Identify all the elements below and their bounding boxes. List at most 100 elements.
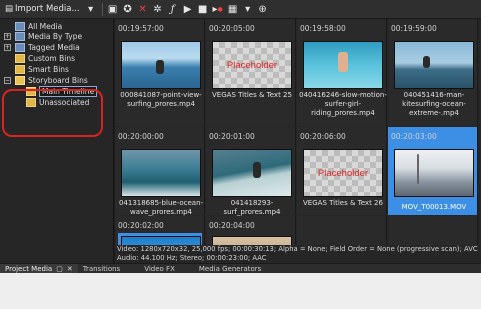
- placeholder-thumbnail: Placeholder: [303, 149, 383, 197]
- zoom-icon[interactable]: ⊕: [256, 2, 270, 17]
- media-item[interactable]: 00:20:06:00 Placeholder VEGAS Titles & T…: [297, 127, 387, 215]
- timecode: 00:19:59:00: [391, 24, 437, 33]
- collapse-icon[interactable]: −: [4, 77, 11, 84]
- toolbar: ▤ Import Media... ▾ ▣ ✪ ✕ ✲ ƒ ▶ ■ ▸ ● ▦ ▾…: [0, 0, 481, 19]
- tab-transitions[interactable]: Transitions: [78, 264, 126, 274]
- tree-item-label: Smart Bins: [28, 65, 69, 74]
- play-icon[interactable]: ▶: [181, 2, 195, 17]
- thumbnail: [394, 41, 474, 89]
- kitesurfer-figure: [423, 56, 430, 68]
- tab-label: Transitions: [82, 264, 121, 273]
- properties-icon[interactable]: ✲: [151, 2, 165, 17]
- tree-item-label: Custom Bins: [28, 54, 76, 63]
- folder-icon: [15, 54, 25, 63]
- remove-icon[interactable]: ✪: [121, 2, 135, 17]
- views-dropdown-icon[interactable]: ▾: [241, 2, 255, 17]
- tree-item-custom-bins[interactable]: Custom Bins: [15, 53, 75, 64]
- tab-label: Media Generators: [198, 264, 262, 273]
- placeholder-text: Placeholder: [317, 167, 369, 179]
- media-item[interactable]: 00:20:02:00: [115, 216, 205, 245]
- thumbnail: [121, 236, 201, 245]
- media-item[interactable]: 00:20:01:00 041418293-surf_prores.mp4: [206, 127, 296, 216]
- media-item[interactable]: 00:20:00:00 041318685-blue-ocean-wave_pr…: [115, 127, 205, 216]
- thumbnail: [303, 41, 383, 89]
- timecode: 00:20:04:00: [209, 221, 255, 230]
- tree-item-label: Media By Type: [28, 32, 83, 41]
- media-item[interactable]: 00:19:58:00 040416246-slow-motion-surfer…: [297, 19, 387, 126]
- auto-preview-icon[interactable]: ▸ ●: [211, 2, 225, 17]
- expand-icon[interactable]: +: [4, 33, 11, 40]
- media-filename: 040451416-man-kitesurfing-ocean-extreme-…: [402, 91, 466, 117]
- audio-info: Audio: 44.100 Hz; Stereo; 00:00:23:00; A…: [117, 253, 267, 262]
- thumbnail: [121, 149, 201, 197]
- timecode: 00:20:00:00: [118, 132, 164, 141]
- views-icon[interactable]: ▦: [226, 2, 240, 17]
- media-bin-icon: [15, 43, 25, 52]
- delete-icon[interactable]: ✕: [136, 2, 150, 17]
- toolbar-divider: [101, 2, 103, 16]
- capture-icon[interactable]: ▣: [106, 2, 120, 17]
- media-filename: VEGAS Titles & Text 25: [212, 91, 292, 99]
- thumbnail: [212, 149, 292, 197]
- surfer-figure: [253, 162, 261, 178]
- media-info-panel: Video: 1280x720x32, 25,000 fps; 00:00:30…: [115, 245, 481, 263]
- media-item[interactable]: 00:20:05:00 Placeholder VEGAS Titles & T…: [206, 19, 296, 126]
- media-item[interactable]: 00:19:57:00 000841087-point-view-surfing…: [115, 19, 205, 126]
- thumbnail: [394, 149, 474, 197]
- open-folder-icon: [15, 76, 25, 85]
- folder-icon: [15, 65, 25, 74]
- expand-icon[interactable]: +: [4, 44, 11, 51]
- media-filename: VEGAS Titles & Text 26: [303, 199, 383, 207]
- bin-tree: All Media + Media By Type + Tagged Media…: [0, 19, 114, 263]
- media-bin-icon: [15, 22, 25, 31]
- media-filename: 041318685-blue-ocean-wave_prores.mp4: [118, 199, 204, 216]
- thumbnail: [212, 236, 292, 245]
- float-icon[interactable]: ▢: [56, 265, 63, 273]
- timecode: 00:20:05:00: [209, 24, 255, 33]
- media-filename: 000841087-point-view-surfing_prores.mp4: [120, 91, 202, 108]
- timecode: 00:20:03:00: [391, 132, 437, 141]
- tree-item-label: Storyboard Bins: [28, 76, 88, 85]
- tab-media-generators[interactable]: Media Generators: [194, 264, 266, 274]
- import-media-icon: ▤: [5, 4, 14, 14]
- tree-item-media-by-type[interactable]: Media By Type: [15, 31, 82, 42]
- placeholder-thumbnail: Placeholder: [212, 41, 292, 89]
- media-filename: MOV_T00013.MOV: [401, 203, 467, 211]
- import-media-button[interactable]: ▤ Import Media...: [2, 2, 83, 17]
- surfer-figure: [156, 60, 164, 74]
- pole-shape: [417, 154, 419, 184]
- media-filename: 041418293-surf_prores.mp4: [223, 199, 281, 216]
- tab-video-fx[interactable]: Video FX: [139, 264, 180, 274]
- media-bin-icon: [15, 32, 25, 41]
- stop-icon[interactable]: ■: [196, 2, 210, 17]
- tree-item-storyboard-bins[interactable]: Storyboard Bins: [15, 75, 88, 86]
- video-info: Video: 1280x720x32, 25,000 fps; 00:00:30…: [117, 245, 478, 253]
- timecode: 00:19:58:00: [300, 24, 346, 33]
- tab-label: Video FX: [144, 264, 175, 273]
- close-icon[interactable]: ✕: [67, 265, 73, 273]
- dropdown-icon[interactable]: ▾: [84, 2, 98, 17]
- timecode: 00:20:01:00: [209, 132, 255, 141]
- empty-area: [0, 273, 481, 309]
- tree-item-label: Tagged Media: [28, 43, 80, 52]
- media-filename: 040416246-slow-motion-surfer-girl-riding…: [299, 91, 387, 117]
- timecode: 00:19:57:00: [118, 24, 164, 33]
- highlight-outline: [2, 89, 103, 137]
- media-grid: 00:19:57:00 000841087-point-view-surfing…: [115, 19, 481, 245]
- empty-cell: [297, 216, 387, 245]
- bottom-tabs: Project Media ▢ ✕ Transitions Video FX M…: [0, 263, 481, 274]
- timecode: 00:20:02:00: [118, 221, 164, 230]
- tree-item-tagged-media[interactable]: Tagged Media: [15, 42, 80, 53]
- media-item[interactable]: 00:20:04:00: [206, 216, 296, 245]
- tab-project-media[interactable]: Project Media ▢ ✕: [0, 263, 78, 274]
- surfer-figure: [338, 52, 348, 72]
- tree-item-label: All Media: [28, 22, 63, 31]
- placeholder-text: Placeholder: [226, 59, 278, 71]
- tab-label: Project Media: [5, 264, 53, 273]
- media-item[interactable]: 00:19:59:00 040451416-man-kitesurfing-oc…: [388, 19, 478, 126]
- media-item-selected[interactable]: 00:20:03:00 MOV_T00013.MOV: [388, 127, 478, 215]
- import-media-label: Import Media...: [15, 4, 80, 14]
- timecode: 00:20:06:00: [300, 132, 346, 141]
- tree-item-smart-bins[interactable]: Smart Bins: [15, 64, 69, 75]
- fx-icon[interactable]: ƒ: [166, 2, 180, 17]
